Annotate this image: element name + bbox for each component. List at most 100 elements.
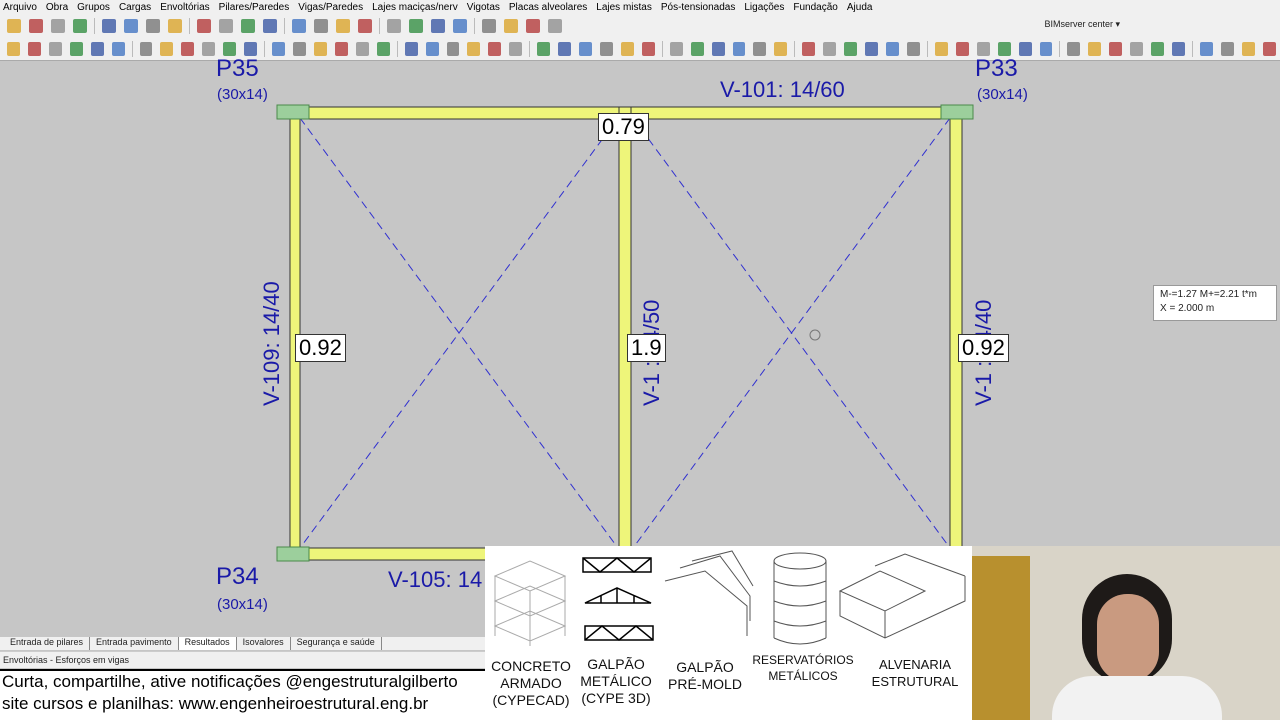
toolbar-button-icon[interactable] — [272, 42, 286, 56]
toolbar-button-icon[interactable] — [355, 42, 369, 56]
toolbar-button-icon[interactable] — [146, 19, 160, 33]
toolbar-button-icon[interactable] — [1151, 42, 1165, 56]
toolbar-button-icon[interactable] — [181, 42, 195, 56]
toolbar-button-icon[interactable] — [600, 42, 613, 56]
toolbar-button-icon[interactable] — [997, 42, 1011, 56]
menu-lajes-macicas[interactable]: Lajes maciças/nerv — [372, 2, 458, 13]
toolbar-button-icon[interactable] — [711, 42, 725, 56]
toolbar-button-icon[interactable] — [202, 42, 216, 56]
menu-pilares[interactable]: Pilares/Paredes — [219, 2, 290, 13]
toolbar-button-icon[interactable] — [197, 19, 211, 33]
toolbar-button-icon[interactable] — [387, 19, 401, 33]
toolbar-button-icon[interactable] — [1088, 42, 1102, 56]
toolbar-button-icon[interactable] — [409, 19, 423, 33]
menu-lajes-mistas[interactable]: Lajes mistas — [596, 2, 652, 13]
tab-isovalores[interactable]: Isovalores — [237, 637, 291, 650]
toolbar-button-icon[interactable] — [160, 42, 174, 56]
toolbar-button-icon[interactable] — [358, 19, 372, 33]
toolbar-button-icon[interactable] — [537, 42, 551, 56]
toolbar-button-icon[interactable] — [1130, 42, 1144, 56]
toolbar-button-icon[interactable] — [774, 42, 788, 56]
toolbar-button-icon[interactable] — [90, 42, 104, 56]
toolbar-button-icon[interactable] — [976, 42, 990, 56]
toolbar-button-icon[interactable] — [955, 42, 969, 56]
toolbar-button-icon[interactable] — [934, 42, 948, 56]
toolbar-button-icon[interactable] — [73, 19, 87, 33]
toolbar-button-icon[interactable] — [669, 42, 683, 56]
toolbar-button-icon[interactable] — [102, 19, 116, 33]
toolbar-button-icon[interactable] — [1109, 42, 1123, 56]
toolbar-button-icon[interactable] — [732, 42, 746, 56]
menu-grupos[interactable]: Grupos — [77, 2, 110, 13]
menu-vigotas[interactable]: Vigotas — [467, 2, 500, 13]
menu-pos-tensionadas[interactable]: Pós-tensionadas — [661, 2, 736, 13]
toolbar-button-icon[interactable] — [431, 19, 445, 33]
toolbar-button-icon[interactable] — [1018, 42, 1032, 56]
toolbar-button-icon[interactable] — [558, 42, 572, 56]
menu-fundacao[interactable]: Fundação — [793, 2, 837, 13]
toolbar-button-icon[interactable] — [376, 42, 390, 56]
toolbar-button-icon[interactable] — [504, 19, 518, 33]
menu-placas[interactable]: Placas alveolares — [509, 2, 587, 13]
toolbar-button-icon[interactable] — [802, 42, 816, 56]
toolbar-button-icon[interactable] — [482, 19, 496, 33]
toolbar-button-icon[interactable] — [509, 42, 523, 56]
toolbar-button-icon[interactable] — [292, 19, 306, 33]
toolbar-button-icon[interactable] — [263, 19, 277, 33]
tab-seguranca[interactable]: Segurança e saúde — [291, 637, 382, 650]
toolbar-button-icon[interactable] — [7, 19, 21, 33]
toolbar-button-icon[interactable] — [1262, 42, 1276, 56]
toolbar-button-icon[interactable] — [620, 42, 634, 56]
toolbar-button-icon[interactable] — [223, 42, 237, 56]
toolbar-button-icon[interactable] — [844, 42, 858, 56]
toolbar-button-icon[interactable] — [548, 19, 562, 33]
toolbar-button-icon[interactable] — [241, 19, 255, 33]
toolbar-button-icon[interactable] — [111, 42, 125, 56]
toolbar-button-icon[interactable] — [51, 19, 65, 33]
toolbar-button-icon[interactable] — [27, 42, 41, 56]
tab-entrada-pilares[interactable]: Entrada de pilares — [4, 637, 91, 650]
tab-resultados[interactable]: Resultados — [178, 637, 237, 650]
toolbar-button-icon[interactable] — [1220, 42, 1234, 56]
toolbar-button-icon[interactable] — [336, 19, 350, 33]
toolbar-button-icon[interactable] — [641, 42, 655, 56]
toolbar-button-icon[interactable] — [425, 42, 439, 56]
toolbar-button-icon[interactable] — [488, 42, 502, 56]
toolbar-button-icon[interactable] — [313, 42, 327, 56]
tab-entrada-pavimento[interactable]: Entrada pavimento — [90, 637, 179, 650]
toolbar-button-icon[interactable] — [906, 42, 920, 56]
toolbar-button-icon[interactable] — [690, 42, 704, 56]
toolbar-button-icon[interactable] — [865, 42, 879, 56]
bimserver-button[interactable]: BIMserver center ▾ — [1044, 19, 1120, 30]
toolbar-button-icon[interactable] — [823, 42, 837, 56]
toolbar-button-icon[interactable] — [7, 42, 20, 56]
menu-vigas[interactable]: Vigas/Paredes — [298, 2, 363, 13]
toolbar-button-icon[interactable] — [168, 19, 182, 33]
toolbar-button-icon[interactable] — [29, 19, 43, 33]
menu-obra[interactable]: Obra — [46, 2, 68, 13]
menu-ligacoes[interactable]: Ligações — [744, 2, 784, 13]
toolbar-button-icon[interactable] — [1241, 42, 1255, 56]
toolbar-button-icon[interactable] — [404, 42, 418, 56]
toolbar-button-icon[interactable] — [886, 42, 899, 56]
toolbar-button-icon[interactable] — [1067, 42, 1081, 56]
toolbar-button-icon[interactable] — [293, 42, 306, 56]
toolbar-button-icon[interactable] — [579, 42, 592, 56]
toolbar-button-icon[interactable] — [1039, 42, 1053, 56]
menu-envoltorias[interactable]: Envoltórias — [160, 2, 209, 13]
toolbar-button-icon[interactable] — [314, 19, 328, 33]
toolbar-button-icon[interactable] — [446, 42, 460, 56]
toolbar-button-icon[interactable] — [219, 19, 233, 33]
menu-cargas[interactable]: Cargas — [119, 2, 151, 13]
toolbar-button-icon[interactable] — [1172, 42, 1185, 56]
toolbar-button-icon[interactable] — [334, 42, 348, 56]
toolbar-button-icon[interactable] — [124, 19, 138, 33]
toolbar-button-icon[interactable] — [48, 42, 62, 56]
toolbar-button-icon[interactable] — [467, 42, 481, 56]
toolbar-button-icon[interactable] — [69, 42, 83, 56]
menu-ajuda[interactable]: Ajuda — [847, 2, 873, 13]
menu-arquivo[interactable]: Arquivo — [3, 2, 37, 13]
toolbar-button-icon[interactable] — [139, 42, 153, 56]
toolbar-button-icon[interactable] — [1199, 42, 1213, 56]
toolbar-button-icon[interactable] — [526, 19, 540, 33]
